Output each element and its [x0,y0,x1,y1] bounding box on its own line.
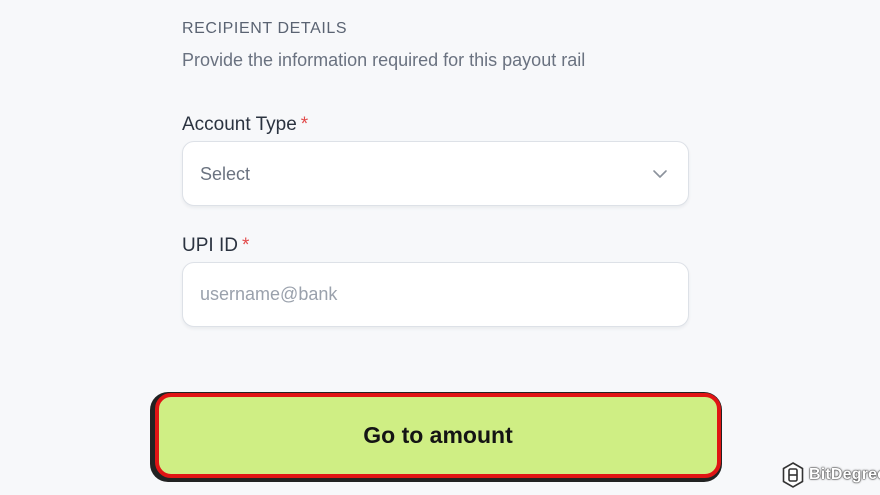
go-to-amount-button[interactable]: Go to amount [155,393,721,478]
required-asterisk: * [241,235,250,256]
section-title: RECIPIENT DETAILS [182,20,348,37]
bitdegree-watermark: BitDegree [782,462,880,488]
section-subtitle: Provide the information required for thi… [182,50,586,70]
account-type-select[interactable]: Select [182,141,689,206]
required-asterisk: * [300,114,309,135]
upi-id-input[interactable] [183,263,688,326]
account-type-label: Account Type * [182,114,308,136]
bitdegree-logo-icon [782,462,804,488]
bitdegree-brand-name: BitDegree [809,466,880,483]
upi-id-label: UPI ID * [182,235,249,257]
account-type-selected-value: Select [200,164,251,184]
account-type-label-text: Account Type [182,114,297,135]
upi-id-field-container [182,262,689,327]
upi-id-label-text: UPI ID [182,235,238,256]
chevron-down-icon [653,170,667,178]
